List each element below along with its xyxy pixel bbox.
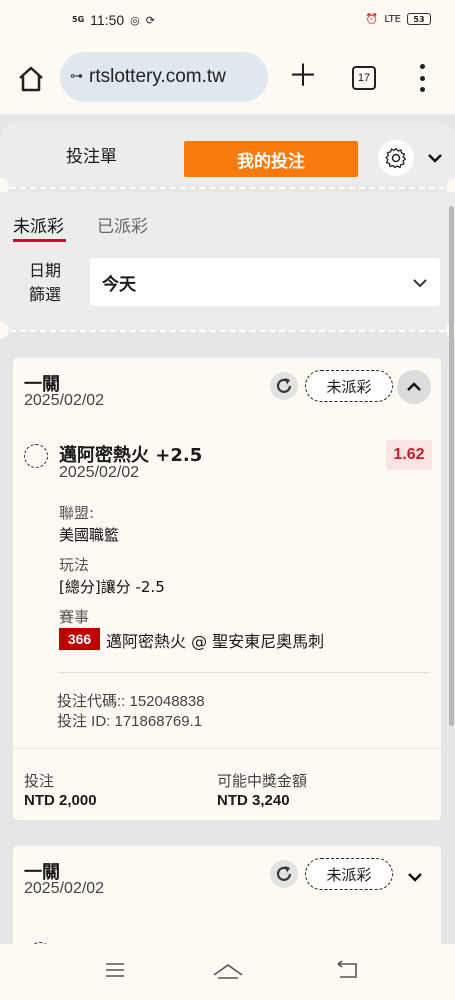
bet-tabs: 投注單 我的投注 <box>0 122 455 186</box>
chevron-down-icon <box>412 274 428 294</box>
tab-unsettled[interactable]: 未派彩 <box>13 212 64 237</box>
odds-badge: 1.62 <box>386 440 432 470</box>
plus-icon[interactable]: ＋ <box>288 62 318 92</box>
bet-card: 一關 2025/02/02 未派彩 <box>13 846 441 956</box>
active-tab-indicator <box>13 239 66 242</box>
alarm-icon: ⏰ <box>365 13 379 25</box>
tabs-icon[interactable]: 17 <box>352 66 376 90</box>
bet-id: 投注 ID: 171868769.1 <box>57 713 203 730</box>
event-label: 賽事 <box>59 608 90 626</box>
bet-date: 2025/02/02 <box>24 392 105 409</box>
market-label: 玩法 <box>59 556 90 574</box>
tab-my-bets[interactable]: 我的投注 <box>184 141 358 177</box>
divider <box>0 187 455 189</box>
potential-win-value: NTD 3,240 <box>217 792 290 809</box>
stake-label: 投注 <box>24 772 55 790</box>
instagram-icon: ◎ <box>130 13 140 27</box>
page-content: 投注單 我的投注 未派彩 已派彩 日期 篩選 今天 一關 2025/02/02 <box>0 114 455 956</box>
divider <box>0 330 455 332</box>
home-nav-icon[interactable] <box>212 958 244 986</box>
divider <box>13 748 441 749</box>
bet-date: 2025/02/02 <box>24 880 105 897</box>
date-filter-value: 今天 <box>102 274 136 295</box>
date-filter-label: 日期 篩選 <box>28 261 61 304</box>
tab-bet-slip[interactable]: 投注單 <box>66 142 117 167</box>
bet-card: 一關 2025/02/02 未派彩 邁阿密熱火 +2.5 1.62 2025/0… <box>13 358 441 820</box>
chevron-up-icon[interactable] <box>397 370 431 404</box>
filter-panel: 未派彩 已派彩 日期 篩選 今天 <box>0 192 455 330</box>
recent-apps-icon[interactable] <box>103 958 127 986</box>
status-badge: 未派彩 <box>305 858 393 890</box>
event-name: 邁阿密熱火 @ 聖安東尼奧馬刺 <box>106 632 325 651</box>
scrollbar[interactable] <box>449 206 454 726</box>
refresh-icon[interactable] <box>270 372 298 400</box>
system-nav-bar <box>0 944 455 1000</box>
potential-win-label: 可能中獎金額 <box>217 772 308 790</box>
refresh-icon[interactable] <box>270 860 298 888</box>
volte-icon: LTE <box>384 13 401 25</box>
clock: 11:50 <box>90 12 125 28</box>
league-label: 聯盟: <box>59 504 95 522</box>
address-bar[interactable]: ⊶ rtslottery.com.tw <box>60 52 268 102</box>
stake-value: NTD 2,000 <box>24 792 97 809</box>
gear-icon[interactable] <box>378 140 414 176</box>
browser-toolbar: ⊶ rtslottery.com.tw ＋ 17 <box>0 40 455 114</box>
selection-date: 2025/02/02 <box>59 464 140 481</box>
chevron-down-icon[interactable] <box>426 149 444 168</box>
url-text: rtslottery.com.tw <box>89 66 226 87</box>
chevron-down-icon[interactable] <box>407 868 423 887</box>
signal-icon: 5G <box>72 15 85 24</box>
bet-code: 投注代碼:: 152048838 <box>57 693 205 710</box>
status-badge: 未派彩 <box>305 370 393 402</box>
league-value: 美國職籃 <box>59 526 120 544</box>
sync-icon: ⟳ <box>145 13 155 27</box>
event-number-badge: 366 <box>59 628 100 650</box>
tab-settled[interactable]: 已派彩 <box>97 212 148 237</box>
date-filter-select[interactable]: 今天 <box>90 258 440 306</box>
battery-icon: 53 <box>407 13 431 25</box>
more-icon[interactable] <box>417 64 427 92</box>
home-icon[interactable] <box>16 64 46 94</box>
back-icon[interactable] <box>334 958 360 986</box>
status-bar: 5G 11:50 ◎ ⟳ ⏰ LTE 53 <box>0 0 455 40</box>
divider <box>59 672 429 673</box>
market-value: [總分]讓分 -2.5 <box>59 578 165 596</box>
selection-checkbox[interactable] <box>24 444 48 468</box>
site-settings-icon[interactable]: ⊶ <box>70 70 83 83</box>
